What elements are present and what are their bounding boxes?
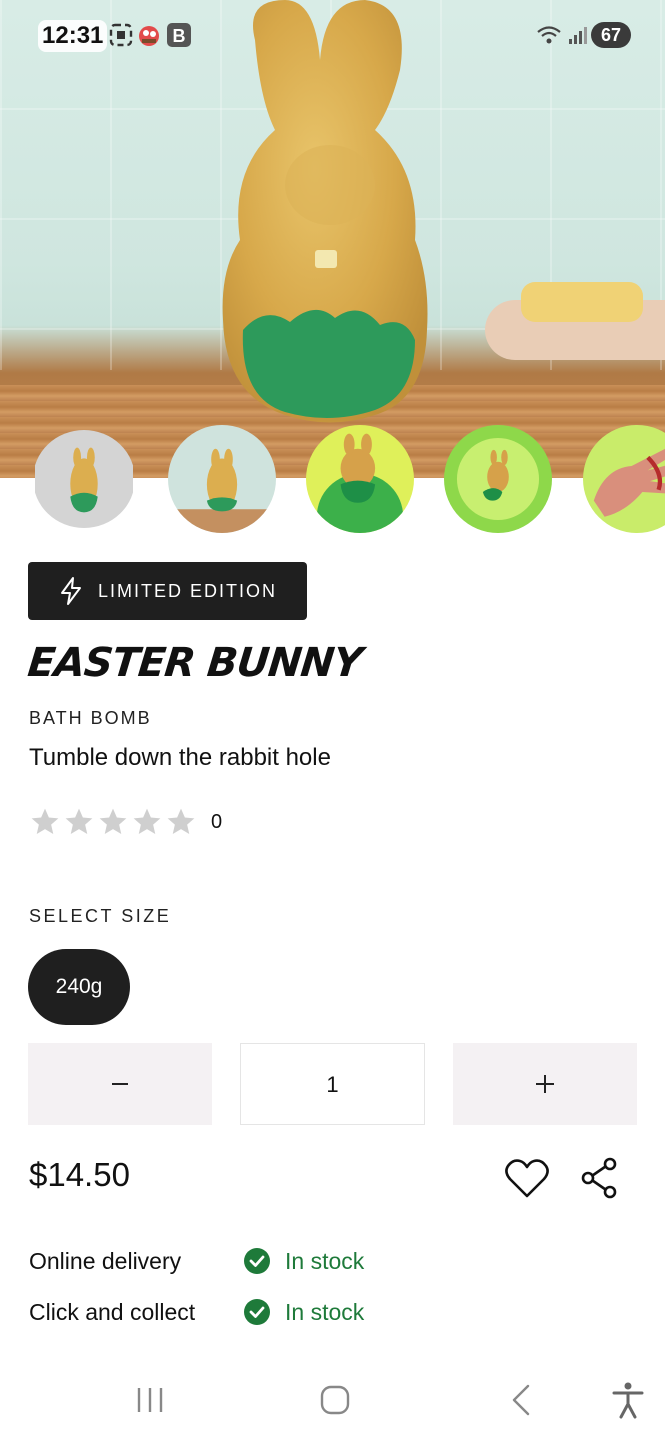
decrease-quantity-button[interactable] [28,1043,212,1125]
star-icon [97,806,129,838]
app-notification-icon [139,26,159,46]
lightning-bolt-icon [61,577,81,605]
signal-icon [569,27,587,44]
badge-label: LIMITED EDITION [98,580,278,601]
product-category: BATH BOMB [29,708,152,728]
product-price: $14.50 [29,1156,130,1193]
share-icon[interactable] [580,1157,620,1199]
product-tagline: Tumble down the rabbit hole [29,744,331,771]
availability-status: In stock [285,1298,365,1325]
b-badge-icon: B [167,23,191,47]
battery-level: 67 [591,22,631,48]
star-icon [63,806,95,838]
availability-row-collect: Click and collect In stock [29,1295,364,1329]
thumbnail-4[interactable] [444,425,552,533]
increase-quantity-button[interactable] [453,1043,637,1125]
check-circle-icon [244,1248,270,1274]
thumbnail-5[interactable] [583,425,665,533]
availability-label: Online delivery [29,1247,182,1274]
minus-icon [112,1083,128,1085]
product-title: EASTER BUNNY [25,640,364,686]
status-time: 12:31 [38,20,108,52]
check-circle-icon [244,1299,270,1325]
accessibility-icon[interactable] [608,1380,648,1420]
size-option-240g[interactable]: 240g [28,949,130,1025]
select-size-label: SELECT SIZE [29,906,172,926]
quantity-field[interactable]: 1 [240,1043,425,1125]
star-icon [165,806,197,838]
star-rating[interactable]: 0 [29,806,222,838]
thumbnail-3[interactable] [306,425,414,533]
availability-label: Click and collect [29,1298,196,1325]
availability-row-online: Online delivery In stock [29,1244,364,1278]
system-navigation-bar [0,1360,665,1440]
home-icon[interactable] [315,1380,355,1420]
soap-cake [521,282,643,322]
product-hero-image [0,0,665,478]
wifi-icon [537,26,561,44]
heart-icon[interactable] [504,1157,550,1199]
image-thumbnail-strip[interactable] [0,425,665,535]
recent-apps-icon[interactable] [130,1380,170,1420]
availability-status: In stock [285,1247,365,1274]
screenshot-icon [109,23,133,47]
svg-text:B: B [173,26,186,46]
plus-icon [536,1075,554,1093]
thumbnail-2[interactable] [168,425,276,533]
star-icon [29,806,61,838]
back-icon[interactable] [502,1380,542,1420]
review-count: 0 [211,810,223,833]
status-bar: 12:31 B 67 [0,0,665,70]
star-icon [131,806,163,838]
thumbnail-1[interactable] [33,430,135,528]
limited-edition-badge: LIMITED EDITION [28,562,307,620]
